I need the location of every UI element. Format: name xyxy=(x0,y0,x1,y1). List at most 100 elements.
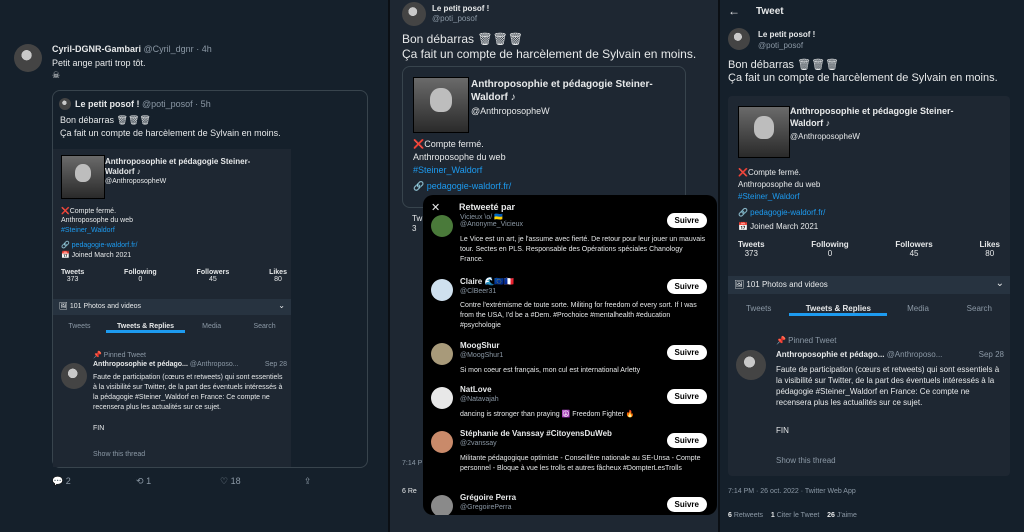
user-bio: Contre l'extrémisme de toute sorte. Mili… xyxy=(460,302,697,329)
profile-title-1: Anthroposophie et pédagogie Steiner- xyxy=(105,157,251,166)
avatar[interactable] xyxy=(431,215,453,237)
profile-tabs: Tweets Tweets & Replies Media Search xyxy=(53,323,291,333)
pinned-header: Anthroposophie et pédago... @Anthroposo.… xyxy=(93,361,287,368)
follow-button[interactable]: Suivre xyxy=(666,497,707,512)
avatar[interactable] xyxy=(431,387,453,409)
chevron-down-icon: ⌄ xyxy=(995,278,1004,289)
pinned-fin: FIN xyxy=(776,426,789,435)
tab-tweets-replies: Tweets & Replies xyxy=(105,323,186,333)
user-name: NatLove xyxy=(460,385,492,394)
back-arrow-icon[interactable]: ← xyxy=(728,4,740,18)
profile-title-2: Waldorf ♪ xyxy=(105,167,141,176)
pinned-avatar xyxy=(61,363,87,389)
pinned-header: Anthroposophie et pédago... @Anthroposo.… xyxy=(776,350,1004,359)
card-url: 🔗 pedagogie-waldorf.fr/ xyxy=(413,181,512,191)
profile-url: 🔗 pedagogie-waldorf.fr/ xyxy=(61,242,138,249)
profile-portrait xyxy=(413,77,469,133)
pinned-fin: FIN xyxy=(93,425,105,432)
user-name: Stéphanie de Vanssay #CitoyensDuWeb xyxy=(460,429,612,438)
pinned-name: Anthroposophie et pédago... xyxy=(93,361,188,368)
avatar[interactable] xyxy=(431,279,453,301)
author-avatar[interactable] xyxy=(402,2,426,26)
profile-portrait xyxy=(738,106,790,158)
tweet-text: Petit ange parti trop tôt. xyxy=(52,58,146,68)
author-avatar[interactable] xyxy=(14,44,42,72)
author-handle[interactable]: @poti_posof xyxy=(758,41,803,50)
stat-tweets: Tweets 373 xyxy=(738,240,765,258)
user-name: Vicieux \o/ 🇺🇦 xyxy=(460,214,503,221)
quotes-count[interactable]: 1 Citer le Tweet xyxy=(771,512,820,519)
peek-retweets: 6 Re xyxy=(402,488,417,495)
tab-tweets-replies: Tweets & Replies xyxy=(789,304,888,316)
show-thread-link: Show this thread xyxy=(93,451,146,458)
close-icon[interactable]: ✕ xyxy=(431,201,440,214)
author-handle[interactable]: @poti_posof xyxy=(432,14,477,23)
peek-time: 7:14 P xyxy=(402,460,423,467)
chevron-down-icon: ⌄ xyxy=(278,301,285,310)
follow-button[interactable]: Suivre xyxy=(666,345,707,360)
author-name[interactable]: Cyril-DGNR-Gambari xyxy=(52,44,141,54)
photos-bar: 🖼 101 Photos and videos ⌄ xyxy=(728,276,1010,294)
quoted-profile-image[interactable]: Anthroposophie et pédagogie Steiner- Wal… xyxy=(728,96,1010,476)
profile-bio-1: ❌Compte fermé. xyxy=(61,208,117,215)
retweet-icon: ⟲ xyxy=(136,476,144,486)
author-name[interactable]: Le petit posof ! xyxy=(758,30,815,39)
follow-button[interactable]: Suivre xyxy=(666,389,707,404)
left-pane: Cyril-DGNR-Gambari @Cyril_dgnr · 4h Peti… xyxy=(0,0,388,532)
quote-author-name: Le petit posof ! xyxy=(75,99,140,109)
share-button[interactable]: ⇪ xyxy=(304,476,312,487)
user-handle: @MoogShur1 xyxy=(460,352,504,359)
follow-button[interactable]: Suivre xyxy=(666,213,707,228)
likes-count[interactable]: 26 J'aime xyxy=(827,512,857,519)
author-avatar[interactable] xyxy=(728,28,750,50)
photos-bar: 🖼 101 Photos and videos ⌄ xyxy=(53,299,291,315)
retweets-count[interactable]: 6 Retweets xyxy=(728,512,763,519)
profile-bio-1: ❌Compte fermé. xyxy=(738,168,801,177)
tab-search: Search xyxy=(253,323,276,330)
quoted-image-card[interactable]: Anthroposophie et pédagogie Steiner- Wal… xyxy=(402,66,686,208)
card-bio-2: Anthroposophe du web xyxy=(413,152,506,162)
profile-bio-2: Anthroposophe du web xyxy=(738,180,821,189)
follow-button[interactable]: Suivre xyxy=(666,433,707,448)
user-handle: @ClBeer31 xyxy=(460,288,497,295)
avatar[interactable] xyxy=(431,343,453,365)
stat-following: Following 0 xyxy=(124,269,157,283)
pinned-handle: @Anthroposo... xyxy=(189,361,239,368)
tweet-timestamp[interactable]: 7:14 PM · 26 oct. 2022 · Twitter Web App xyxy=(728,488,856,495)
retweet-button[interactable]: ⟲ 1 xyxy=(136,476,151,487)
photos-label: 🖼 101 Photos and videos xyxy=(734,280,828,289)
profile-hashtag: #Steiner_Waldorf xyxy=(738,192,800,201)
user-bio: Si mon coeur est français, mon cul est i… xyxy=(460,367,641,374)
card-title-2: Waldorf ♪ xyxy=(471,92,516,103)
tab-media: Media xyxy=(907,304,929,313)
tab-media: Media xyxy=(202,323,222,330)
avatar[interactable] xyxy=(431,495,453,515)
profile-portrait xyxy=(61,155,105,199)
author-name[interactable]: Le petit posof ! xyxy=(432,4,489,13)
quoted-tweet[interactable]: Le petit posof ! @poti_posof · 5h Bon dé… xyxy=(52,90,368,468)
pinned-handle: @Anthroposo... xyxy=(886,350,943,359)
quote-avatar xyxy=(59,98,71,110)
user-bio: Militante pédagogique optimiste - Consei… xyxy=(460,455,701,472)
profile-handle: @AnthroposopheW xyxy=(105,178,167,185)
stat-likes: Likes 80 xyxy=(269,269,287,283)
card-handle: @AnthroposopheW xyxy=(471,106,550,116)
user-handle: @GregoirePerra xyxy=(460,504,512,511)
tweet-line-1: Bon débarras 🗑🗑🗑 xyxy=(402,32,524,46)
heart-icon: ♡ xyxy=(220,476,229,486)
author-handle[interactable]: @Cyril_dgnr xyxy=(144,44,194,54)
tweet-line-1: Bon débarras 🗑🗑🗑 xyxy=(728,59,839,71)
follow-button[interactable]: Suivre xyxy=(666,279,707,294)
tweet-time[interactable]: · 4h xyxy=(196,44,212,54)
user-handle: @Anonyme_Vicieux xyxy=(460,221,524,228)
avatar[interactable] xyxy=(431,431,453,453)
quoted-profile-image: Anthroposophie et pédagogie Steiner- Wal… xyxy=(53,149,291,467)
profile-tabs: Tweets Tweets & Replies Media Search xyxy=(728,304,1010,316)
like-button[interactable]: ♡ 18 xyxy=(220,476,241,487)
user-bio: Le Vice est un art, je l'assume avec fie… xyxy=(460,236,706,263)
quote-line-1: Bon débarras 🗑🗑🗑 xyxy=(60,115,151,125)
reply-button[interactable]: 💬 2 xyxy=(52,476,71,487)
pinned-text: Faute de participation (cœurs et retweet… xyxy=(93,374,283,411)
share-icon: ⇪ xyxy=(304,476,312,486)
user-bio: dancing is stronger than praying ☮️ Free… xyxy=(460,411,635,418)
